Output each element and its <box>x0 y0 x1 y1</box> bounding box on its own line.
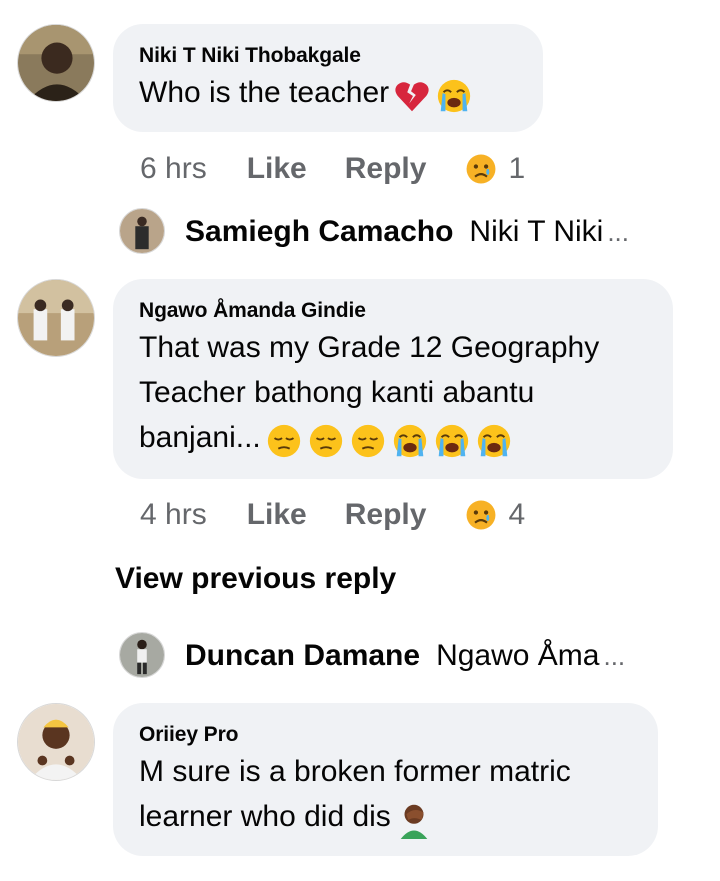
emoji-row <box>389 72 473 117</box>
facepalm-icon <box>400 804 428 839</box>
reply-ellipsis: ... <box>603 640 626 671</box>
pensive-face-icon <box>267 424 300 457</box>
comment-text-line: Teacher bathong kanti abantu <box>139 376 535 409</box>
like-button[interactable]: Like <box>247 498 307 532</box>
loudly-crying-face-icon <box>393 424 426 457</box>
avatar-oriiey[interactable] <box>17 703 95 781</box>
reply-button[interactable]: Reply <box>345 498 427 532</box>
reaction-count: 1 <box>508 152 526 185</box>
comment-bubble: Ngawo Åmanda Gindie That was my Grade 12… <box>113 279 673 479</box>
emoji-row <box>261 417 513 462</box>
reply-preview[interactable]: Samiegh Camacho Niki T Niki ... <box>119 208 629 256</box>
reply-text: Ngawo Åma <box>436 639 600 672</box>
broken-heart-icon <box>395 81 429 111</box>
avatar-ngawo[interactable] <box>17 279 95 357</box>
reaction-summary[interactable]: 4 <box>464 498 525 532</box>
view-previous-reply-link[interactable]: View previous reply <box>115 562 396 596</box>
comment-text-line: M sure is a broken former matric <box>139 755 571 788</box>
comment-text-line: That was my Grade 12 Geography <box>139 331 600 364</box>
reply-author[interactable]: Duncan Damane <box>185 639 420 673</box>
reply-preview[interactable]: Duncan Damane Ngawo Åma ... <box>119 632 625 680</box>
comment-author[interactable]: Ngawo Åmanda Gindie <box>139 297 647 325</box>
comment-bubble: Oriiey Pro M sure is a broken former mat… <box>113 703 658 856</box>
sad-face-icon <box>466 154 496 184</box>
reply-author[interactable]: Samiegh Camacho <box>185 215 453 249</box>
loudly-crying-face-icon <box>435 424 468 457</box>
comment-time[interactable]: 4 hrs <box>140 498 207 532</box>
loudly-crying-face-icon <box>437 79 471 112</box>
emoji-row <box>391 796 433 841</box>
sad-face-icon <box>466 500 496 530</box>
comment-author[interactable]: Niki T Niki Thobakgale <box>139 42 517 70</box>
pensive-face-icon <box>309 424 342 457</box>
comment-meta: 4 hrs Like Reply 4 <box>140 495 525 535</box>
comment-meta: 6 hrs Like Reply 1 <box>140 149 525 189</box>
comment-text: Who is the teacher <box>139 70 517 117</box>
reply-button[interactable]: Reply <box>345 152 427 186</box>
like-button[interactable]: Like <box>247 152 307 186</box>
comment-bubble: Niki T Niki Thobakgale Who is the teache… <box>113 24 543 132</box>
reaction-count: 4 <box>508 498 526 531</box>
avatar-niki[interactable] <box>17 24 95 102</box>
pensive-face-icon <box>351 424 384 457</box>
comment-text-line: banjani... <box>139 415 647 462</box>
comment-time[interactable]: 6 hrs <box>140 152 207 186</box>
loudly-crying-face-icon <box>477 424 510 457</box>
comment-author[interactable]: Oriiey Pro <box>139 721 632 749</box>
reply-text: Niki T Niki <box>469 215 604 248</box>
reply-ellipsis: ... <box>607 216 629 247</box>
comment-text-line: learner who did dis <box>139 794 632 841</box>
reaction-summary[interactable]: 1 <box>464 152 525 186</box>
